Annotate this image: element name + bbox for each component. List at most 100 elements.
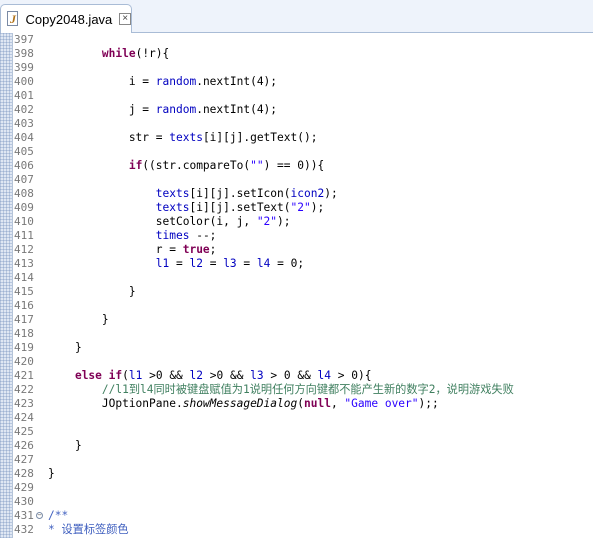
code-token: icon2	[290, 187, 325, 200]
line-number: 412	[14, 243, 34, 256]
code-token: > 0){	[331, 369, 372, 382]
code-line: 397	[14, 33, 593, 47]
code-editor[interactable]: 397 398 while(!r){399 400 i = random.nextI…	[0, 33, 593, 538]
code-token: r =	[48, 243, 183, 256]
code-line: 430	[14, 495, 593, 509]
line-number: 413	[14, 257, 34, 270]
code-line: 419 }	[14, 341, 593, 355]
code-token: setColor(i, j,	[48, 215, 257, 228]
code-token: true	[182, 243, 210, 256]
code-token: null	[303, 397, 331, 410]
tab-copy2048-java[interactable]: J Copy2048.java ×	[0, 4, 132, 33]
code-token: if	[128, 159, 143, 172]
code-line: 431−/**	[14, 509, 593, 523]
code-text: /**	[48, 509, 68, 523]
code-line: 405	[14, 145, 593, 159]
line-number: 409	[14, 201, 34, 214]
code-token: texts	[169, 131, 203, 144]
code-token: l3	[223, 257, 237, 270]
line-number: 410	[14, 215, 34, 228]
code-token: [i][j].setText(	[189, 201, 291, 214]
code-token: }	[48, 341, 82, 354]
line-number: 420	[14, 355, 34, 368]
code-token: l1	[155, 257, 170, 270]
code-token: =	[169, 257, 190, 270]
code-line: 411 times --;	[14, 229, 593, 243]
code-line: 420	[14, 355, 593, 369]
code-token: >0 &&	[142, 369, 190, 382]
code-text: while(!r){	[48, 47, 169, 61]
code-line: 425	[14, 425, 593, 439]
code-token: "Game over"	[344, 397, 419, 410]
code-token: );	[277, 215, 291, 228]
code-token: showMessageDialog	[182, 397, 298, 410]
code-line: 406 if((str.compareTo("") == 0)){	[14, 159, 593, 173]
code-line: 428}	[14, 467, 593, 481]
line-number: 431	[14, 509, 34, 522]
code-text: l1 = l2 = l3 = l4 = 0;	[48, 257, 304, 271]
code-line: 416	[14, 299, 593, 313]
code-line: 418	[14, 327, 593, 341]
code-token: (	[297, 397, 304, 410]
close-icon[interactable]: ×	[119, 13, 131, 25]
code-token: ,	[330, 397, 345, 410]
line-number: 401	[14, 89, 34, 102]
code-token: .nextInt(4);	[196, 75, 278, 88]
line-number: 423	[14, 397, 34, 410]
code-token: ""	[250, 159, 264, 172]
code-text: }	[48, 285, 136, 299]
line-number: 424	[14, 411, 34, 424]
line-number: 430	[14, 495, 34, 508]
code-token: l4	[317, 369, 332, 382]
code-token: random	[155, 103, 197, 116]
code-line: 421 else if(l1 >0 && l2 >0 && l3 > 0 && …	[14, 369, 593, 383]
code-token: );	[310, 201, 325, 214]
code-text: else if(l1 >0 && l2 >0 && l3 > 0 && l4 >…	[48, 369, 372, 383]
code-token: [i][j].setIcon(	[189, 187, 291, 200]
code-text: times --;	[48, 229, 217, 243]
line-number: 408	[14, 187, 34, 200]
code-text: texts[i][j].setText("2");	[48, 201, 324, 215]
code-token: str =	[48, 131, 170, 144]
line-number: 414	[14, 271, 34, 284]
code-token: ) == 0)){	[263, 159, 325, 172]
code-token: texts	[155, 187, 190, 200]
annotation-ruler	[0, 33, 13, 538]
code-line: 412 r = true;	[14, 243, 593, 257]
code-line: 410 setColor(i, j, "2");	[14, 215, 593, 229]
line-number: 406	[14, 159, 34, 172]
code-token: );;	[418, 397, 439, 410]
code-token: ;	[209, 243, 217, 256]
code-token: ((str.compareTo(	[142, 159, 251, 172]
code-line: 400 i = random.nextInt(4);	[14, 75, 593, 89]
code-token: );	[324, 187, 338, 200]
code-text: texts[i][j].setIcon(icon2);	[48, 187, 338, 201]
line-number: 416	[14, 299, 34, 312]
code-line: 432 * 设置标签颜色	[14, 523, 593, 537]
fold-toggle-icon[interactable]: −	[36, 512, 43, 519]
line-number: 399	[14, 61, 34, 74]
editor-tab-bar: J Copy2048.java ×	[0, 0, 593, 33]
code-line: 422 //l1到l4同时被键盘赋值为1说明任何方向键都不能产生新的数字2，说明…	[14, 383, 593, 397]
code-line: 409 texts[i][j].setText("2");	[14, 201, 593, 215]
code-token: j =	[48, 103, 156, 116]
line-number: 422	[14, 383, 34, 396]
code-line: 407	[14, 173, 593, 187]
code-line: 429	[14, 481, 593, 495]
code-token: //l1到l4同时被键盘赋值为1说明任何方向键都不能产生新的数字2，说明游戏失败	[101, 383, 514, 396]
code-line: 403	[14, 117, 593, 131]
code-line: 424	[14, 411, 593, 425]
code-token: =	[236, 257, 257, 270]
code-token: > 0 &&	[263, 369, 318, 382]
code-line: 415 }	[14, 285, 593, 299]
code-line: 413 l1 = l2 = l3 = l4 = 0;	[14, 257, 593, 271]
code-line: 414	[14, 271, 593, 285]
line-number: 421	[14, 369, 34, 382]
code-text: i = random.nextInt(4);	[48, 75, 277, 89]
